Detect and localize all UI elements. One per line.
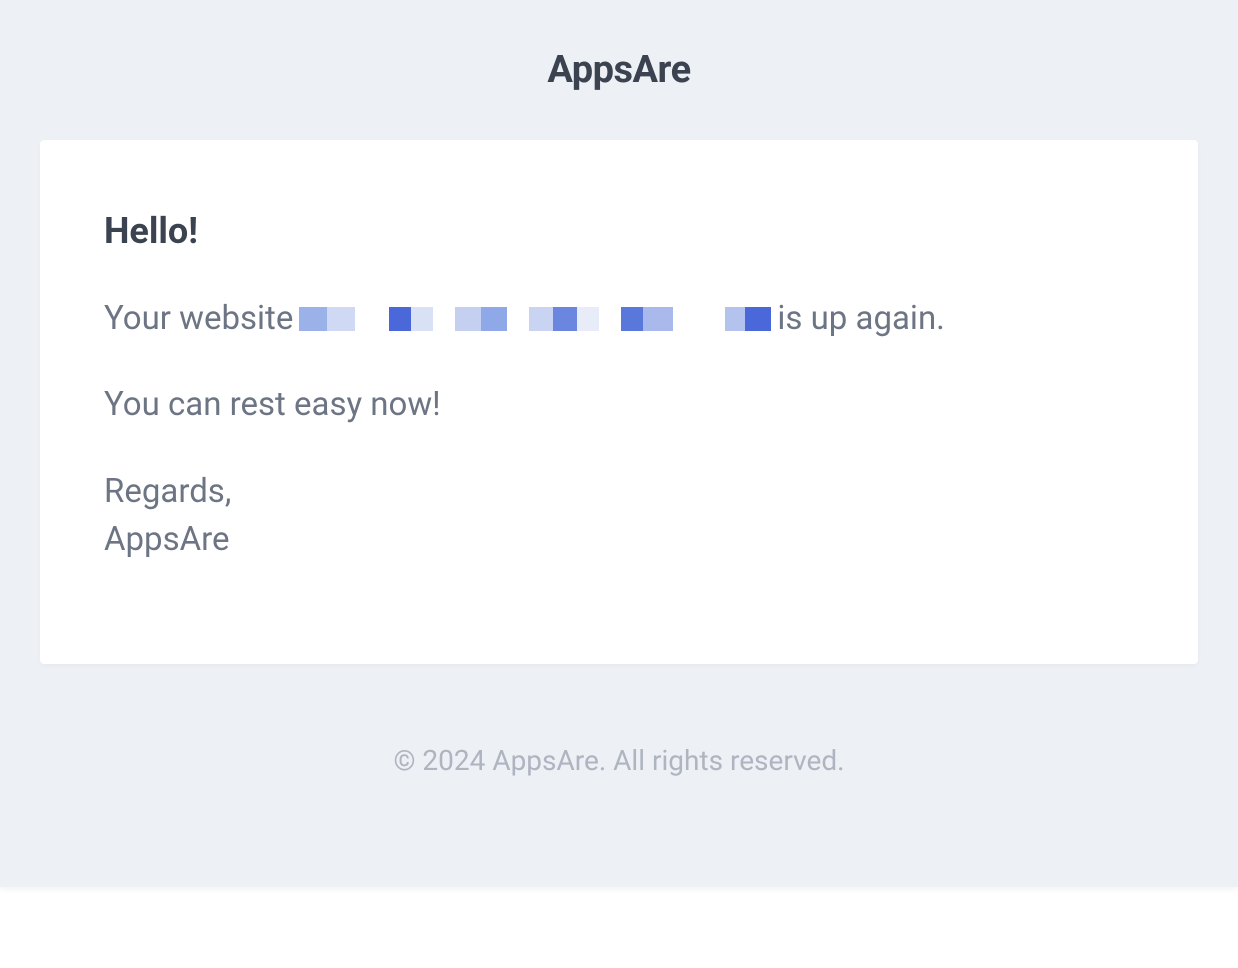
copyright-text: © 2024 AppsAre. All rights reserved. — [0, 744, 1238, 777]
redacted-url — [299, 307, 771, 331]
greeting-heading: Hello! — [104, 210, 1134, 252]
email-footer: © 2024 AppsAre. All rights reserved. — [0, 664, 1238, 887]
signature-block: Regards, AppsAre — [104, 468, 1134, 564]
status-line: Your website — [104, 296, 1134, 342]
email-container: AppsAre Hello! Your website — [0, 0, 1238, 887]
email-header: AppsAre — [0, 0, 1238, 140]
status-prefix: Your website — [104, 296, 293, 342]
brand-title: AppsAre — [0, 48, 1238, 92]
signature-regards: Regards, — [104, 468, 1134, 516]
reassurance-line: You can rest easy now! — [104, 382, 1134, 428]
signature-name: AppsAre — [104, 516, 1134, 564]
email-card: Hello! Your website — [40, 140, 1198, 664]
status-suffix: is up again. — [777, 296, 945, 342]
